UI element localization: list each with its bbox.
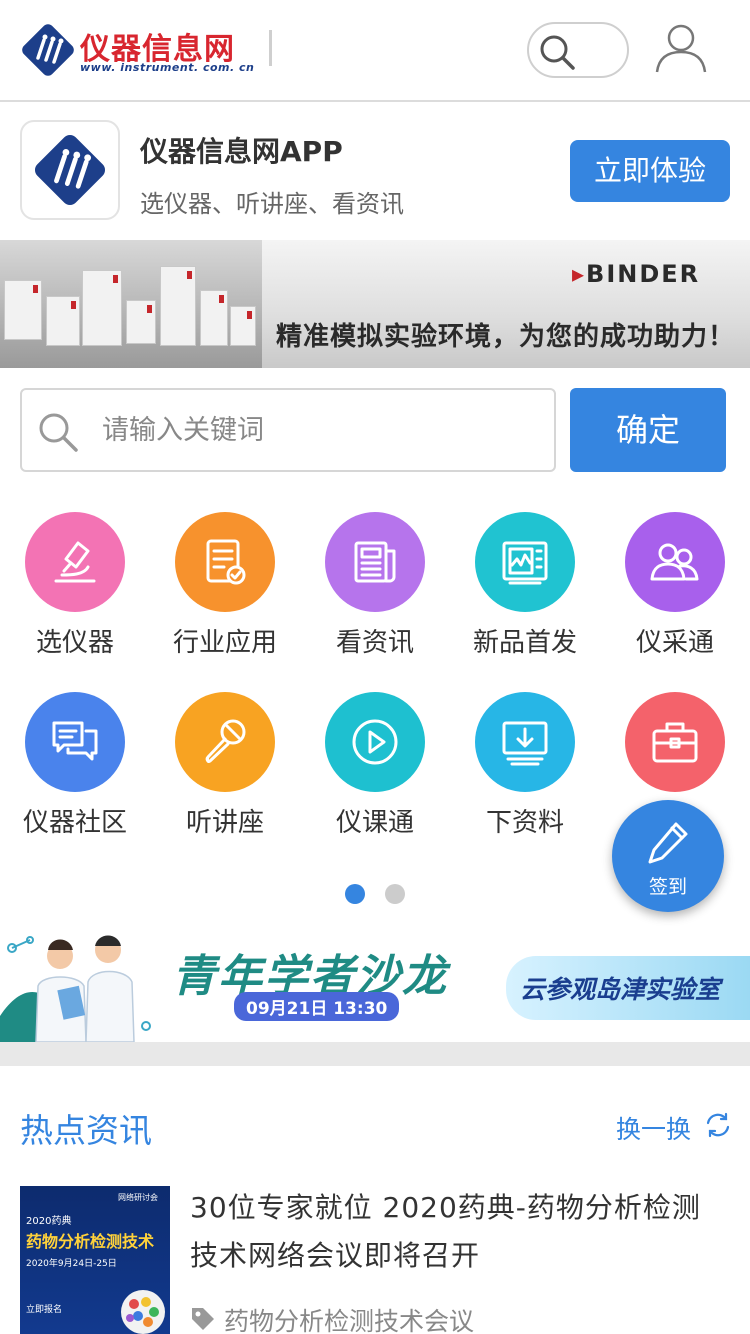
grid-label: 仪课通	[335, 808, 414, 838]
binder-logo: ▸BINDER	[572, 260, 701, 288]
newspaper-icon	[354, 541, 396, 583]
document-check-icon	[206, 539, 246, 585]
user-icon[interactable]	[652, 20, 710, 78]
grid-icon-bg	[25, 692, 125, 792]
refresh-label: 换一换	[616, 1115, 692, 1144]
app-icon	[20, 120, 120, 220]
news-thumbnail[interactable]: 网络研讨会 2020药典 药物分析检测技术 2020年9月24日-25日 立即报…	[20, 1186, 170, 1334]
grid-label: 下资料	[485, 808, 564, 838]
briefcase-icon	[652, 722, 698, 763]
scientists-illustration	[0, 935, 151, 1042]
grid-item-procurement[interactable]: 仪采通	[600, 512, 750, 672]
pills-illustration	[121, 1290, 165, 1334]
monitor-chart-icon	[502, 541, 548, 585]
pager-dot[interactable]	[385, 884, 405, 904]
salon-tag: 云参观岛津实验室	[506, 956, 750, 1020]
app-download-banner: 仪器信息网APP 选仪器、听讲座、看资讯 立即体验	[0, 104, 750, 238]
grid-item-industry-application[interactable]: 行业应用	[150, 512, 300, 672]
grid-label: 仪采通	[635, 628, 714, 658]
grid-label: 行业应用	[172, 628, 277, 658]
sign-in-button[interactable]: 签到	[612, 800, 724, 912]
grid-item-news[interactable]: 看资讯	[300, 512, 450, 672]
thumb-date: 2020年9月24日-25日	[26, 1259, 117, 1269]
thumb-headline: 药物分析检测技术	[26, 1232, 155, 1251]
grid-label: 新品首发	[472, 628, 577, 658]
section-divider	[0, 1042, 750, 1066]
header-search-button[interactable]	[527, 22, 629, 78]
header-divider	[269, 30, 272, 66]
thumb-badge: 网络研讨会	[118, 1193, 158, 1202]
grid-icon-bg	[325, 692, 425, 792]
grid-icon-bg	[475, 512, 575, 612]
grid-icon-bg	[475, 692, 575, 792]
thumb-kicker: 2020药典	[26, 1216, 72, 1227]
news-tag-label: 药物分析检测技术会议	[224, 1307, 475, 1334]
play-circle-icon	[352, 719, 398, 765]
grid-icon-bg	[325, 512, 425, 612]
salon-event-banner[interactable]: 青年学者沙龙 09月21日 13:30 云参观岛津实验室	[0, 926, 750, 1042]
hot-news-title: 热点资讯	[20, 1111, 152, 1150]
keyword-search-box	[20, 388, 556, 472]
pager-dot-active[interactable]	[345, 884, 365, 904]
grid-item-new-products[interactable]: 新品首发	[450, 512, 600, 672]
grid-icon-bg	[175, 692, 275, 792]
grid-item-courses[interactable]: 仪课通	[300, 692, 450, 852]
grid-label: 看资讯	[335, 628, 414, 658]
ad-product-image	[0, 240, 262, 368]
try-now-button[interactable]: 立即体验	[570, 140, 730, 202]
site-logo-icon[interactable]	[20, 22, 76, 78]
grid-icon-bg	[625, 512, 725, 612]
sign-in-label: 签到	[648, 876, 687, 898]
grid-item-select-instrument[interactable]: 选仪器	[0, 512, 150, 672]
grid-icon-bg	[175, 512, 275, 612]
page: 仪器信息网 www. instrument. com. cn 仪器信息网APP …	[0, 0, 750, 1334]
refresh-icon	[706, 1112, 730, 1138]
search-icon	[540, 35, 575, 70]
microphone-icon	[205, 719, 246, 763]
grid-item-downloads[interactable]: 下资料	[450, 692, 600, 852]
site-logo-url: www. instrument. com. cn	[80, 61, 255, 74]
salon-date: 09月21日 13:30	[234, 992, 400, 1021]
search-confirm-button[interactable]: 确定	[570, 388, 726, 472]
users-icon	[650, 543, 699, 581]
search-icon	[39, 413, 78, 452]
app-logo-icon	[34, 134, 106, 206]
grid-icon-bg	[25, 512, 125, 612]
salon-tag-text: 云参观岛津实验室	[520, 975, 721, 1004]
chat-bubbles-icon	[52, 721, 98, 761]
top-header: 仪器信息网 www. instrument. com. cn	[0, 0, 750, 102]
grid-item-lectures[interactable]: 听讲座	[150, 692, 300, 852]
microscope-icon	[54, 541, 96, 583]
binder-slogan: 精准模拟实验环境，为您的成功助力！	[276, 322, 736, 352]
news-title[interactable]: 30位专家就位 2020药典-药物分析检测技术网络会议即将召开	[190, 1184, 720, 1280]
app-title: 仪器信息网APP	[140, 135, 343, 168]
thumb-cta: 立即报名	[26, 1305, 63, 1315]
grid-icon-bg	[625, 692, 725, 792]
grid-label: 听讲座	[185, 808, 264, 838]
pencil-icon	[648, 822, 688, 864]
app-subtitle: 选仪器、听讲座、看资讯	[140, 190, 404, 218]
refresh-button[interactable]: 换一换	[616, 1110, 730, 1146]
grid-label: 选仪器	[35, 628, 114, 658]
tag-icon	[192, 1308, 214, 1330]
grid-item-community[interactable]: 仪器社区	[0, 692, 150, 852]
grid-label: 仪器社区	[22, 808, 127, 838]
download-icon	[502, 721, 548, 766]
keyword-input[interactable]	[102, 404, 542, 456]
